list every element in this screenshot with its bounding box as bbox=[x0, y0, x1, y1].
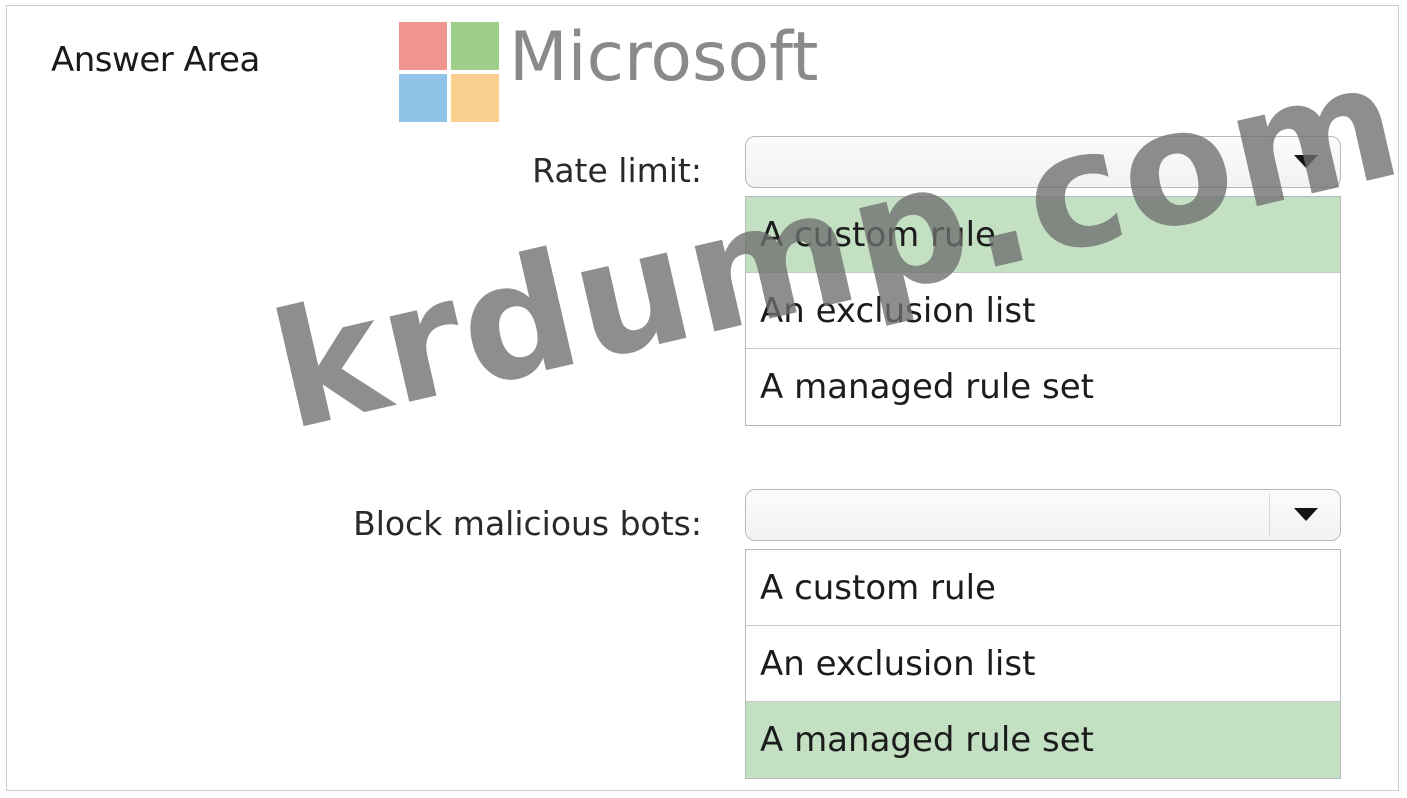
rate-limit-label: Rate limit: bbox=[532, 151, 702, 190]
microsoft-wordmark: Microsoft bbox=[509, 18, 819, 97]
block-bots-option-exclusion-list[interactable]: An exclusion list bbox=[746, 626, 1340, 702]
dropdown-divider bbox=[1269, 494, 1270, 536]
rate-limit-dropdown[interactable] bbox=[745, 136, 1341, 188]
block-malicious-bots-label: Block malicious bots: bbox=[353, 504, 702, 543]
dropdown-divider bbox=[1269, 141, 1270, 183]
caret-down-icon[interactable] bbox=[1294, 508, 1318, 521]
block-bots-option-managed-rule-set[interactable]: A managed rule set bbox=[746, 702, 1340, 778]
rate-limit-option-managed-rule-set[interactable]: A managed rule set bbox=[746, 349, 1340, 425]
caret-down-icon[interactable] bbox=[1294, 155, 1318, 168]
logo-square-red bbox=[399, 22, 447, 70]
logo-square-green bbox=[451, 22, 499, 70]
block-bots-option-custom-rule[interactable]: A custom rule bbox=[746, 550, 1340, 626]
microsoft-logo-icon bbox=[399, 22, 501, 124]
rate-limit-options-list: A custom rule An exclusion list A manage… bbox=[745, 196, 1341, 426]
rate-limit-option-custom-rule[interactable]: A custom rule bbox=[746, 197, 1340, 273]
block-malicious-bots-options-list: A custom rule An exclusion list A manage… bbox=[745, 549, 1341, 779]
block-malicious-bots-dropdown[interactable] bbox=[745, 489, 1341, 541]
logo-square-yellow bbox=[451, 74, 499, 122]
answer-area-title: Answer Area bbox=[51, 40, 260, 80]
logo-square-blue bbox=[399, 74, 447, 122]
answer-area-frame: Answer Area Microsoft Rate limit: A cust… bbox=[6, 5, 1407, 791]
rate-limit-option-exclusion-list[interactable]: An exclusion list bbox=[746, 273, 1340, 349]
